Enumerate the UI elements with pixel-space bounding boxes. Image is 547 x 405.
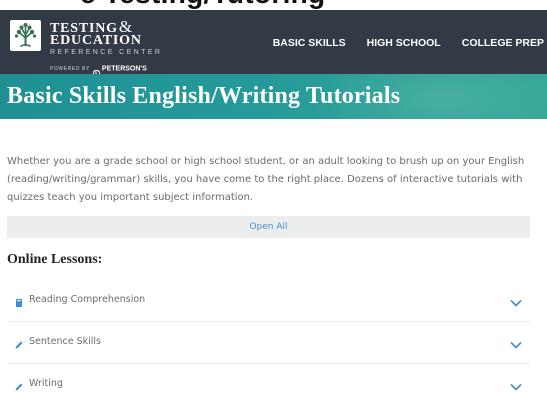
pencil-icon	[14, 337, 24, 349]
lesson-writing[interactable]: Writing	[7, 364, 530, 405]
lesson-reading-comprehension[interactable]: Reading Comprehension	[7, 280, 530, 322]
powered-by-label: POWERED BY	[50, 65, 90, 72]
tree-icon	[10, 20, 41, 51]
nav-college-prep[interactable]: COLLEGE PREP	[462, 37, 544, 49]
lesson-sentence-skills[interactable]: Sentence Skills	[7, 322, 530, 364]
lesson-label: Writing	[29, 378, 63, 389]
clipped-heading: e Testing/Tutoring	[0, 0, 547, 10]
page-title: Basic Skills English/Writing Tutorials	[7, 83, 401, 109]
clipped-heading-text: e Testing/Tutoring	[80, 0, 325, 10]
pencil-icon	[14, 379, 24, 391]
site-header: TESTING& EDUCATION REFERENCE CENTER POWE…	[0, 10, 547, 78]
main-nav: BASIC SKILLS HIGH SCHOOL COLLEGE PREP	[273, 37, 544, 49]
lesson-label: Sentence Skills	[29, 336, 101, 347]
intro-text: Whether you are a grade school or high s…	[7, 156, 525, 203]
book-icon	[14, 295, 24, 307]
petersons-p-icon	[92, 64, 101, 78]
nav-high-school[interactable]: HIGH SCHOOL	[367, 37, 441, 49]
chevron-down-icon[interactable]	[510, 295, 522, 307]
lesson-label: Reading Comprehension	[29, 294, 146, 305]
nav-basic-skills[interactable]: BASIC SKILLS	[273, 37, 346, 49]
page-banner: Basic Skills English/Writing Tutorials	[0, 74, 547, 119]
partner-name: PETERSON'S	[101, 65, 147, 73]
logo-subtitle: REFERENCE CENTER	[50, 49, 163, 56]
chevron-down-icon[interactable]	[510, 379, 522, 391]
site-logo[interactable]: TESTING& EDUCATION REFERENCE CENTER POWE…	[8, 16, 160, 78]
chevron-down-icon[interactable]	[510, 337, 522, 349]
open-all-button[interactable]: Open All	[7, 216, 530, 238]
logo-title-line2: EDUCATION	[50, 33, 142, 48]
lessons-list: Reading Comprehension Sentence Skills Wr…	[7, 280, 530, 405]
lessons-heading: Online Lessons:	[7, 252, 103, 267]
